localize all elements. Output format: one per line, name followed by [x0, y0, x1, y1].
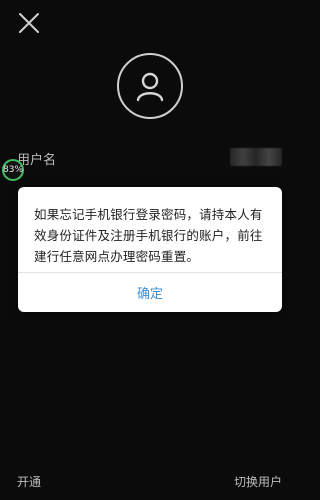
close-button[interactable] [18, 12, 40, 34]
forgot-password-dialog: 如果忘记手机银行登录密码，请持本人有效身份证件及注册手机银行的账户，前往建行任意… [18, 187, 282, 312]
user-icon [136, 72, 164, 102]
open-account-link[interactable]: 开通 [17, 473, 41, 490]
progress-badge: 83% [2, 159, 24, 181]
avatar [117, 53, 183, 119]
switch-user-link[interactable]: 切换用户 [234, 473, 282, 490]
dialog-message: 如果忘记手机银行登录密码，请持本人有效身份证件及注册手机银行的账户，前往建行任意… [34, 207, 263, 264]
confirm-button[interactable]: 确定 [18, 273, 282, 312]
close-icon [19, 13, 39, 33]
username-value-masked [230, 148, 282, 166]
